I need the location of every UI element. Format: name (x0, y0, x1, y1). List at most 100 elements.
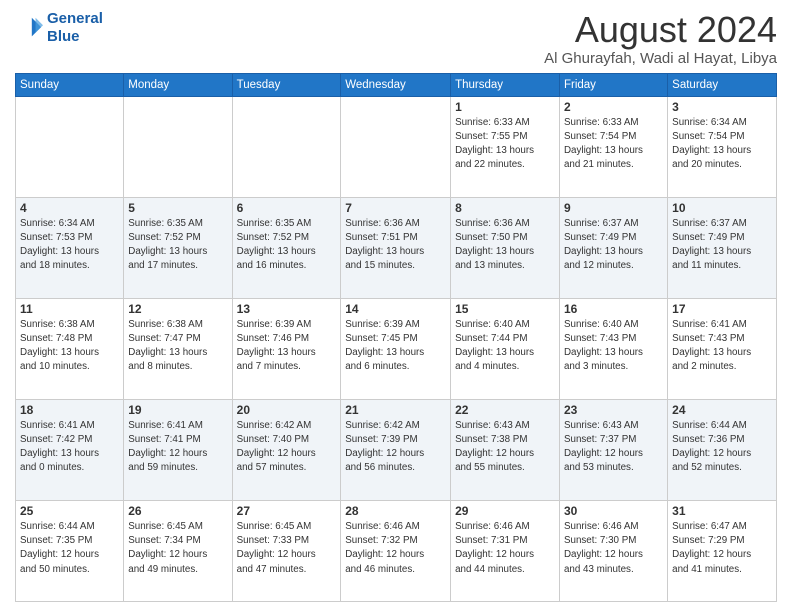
day-info: Sunrise: 6:47 AM Sunset: 7:29 PM Dayligh… (672, 520, 772, 577)
table-row: 24 Sunrise: 6:44 AM Sunset: 7:36 PM Dayli… (668, 399, 777, 500)
day-number: 10 (672, 201, 772, 215)
table-row: 30Sunrise: 6:46 AM Sunset: 7:30 PM Dayli… (559, 500, 667, 601)
day-number: 21 (345, 403, 446, 417)
day-number: 11 (20, 302, 119, 316)
table-row: 10 Sunrise: 6:37 AM Sunset: 7:49 PM Dayli… (668, 197, 777, 298)
day-info: Sunrise: 6:33 AM Sunset: 7:55 PM Dayligh… (455, 116, 555, 173)
day-info: Sunrise: 6:40 AM Sunset: 7:43 PM Dayligh… (564, 318, 663, 375)
table-row: 6 Sunrise: 6:35 AM Sunset: 7:52 PM Daylig… (232, 197, 341, 298)
month-title: August 2024 (544, 10, 777, 50)
day-number: 1 (455, 100, 555, 114)
table-row: 22 Sunrise: 6:43 AM Sunset: 7:38 PM Dayli… (451, 399, 560, 500)
table-row: 9Sunrise: 6:37 AM Sunset: 7:49 PM Daylig… (559, 197, 667, 298)
col-sunday: Sunday (16, 73, 124, 96)
day-number: 7 (345, 201, 446, 215)
day-number: 16 (564, 302, 663, 316)
day-info: Sunrise: 6:39 AM Sunset: 7:46 PM Dayligh… (237, 318, 337, 375)
logo-blue: Blue (47, 28, 80, 45)
day-number: 8 (455, 201, 555, 215)
day-number: 24 (672, 403, 772, 417)
day-number: 22 (455, 403, 555, 417)
table-row: 19Sunrise: 6:41 AM Sunset: 7:41 PM Dayli… (124, 399, 232, 500)
day-number: 9 (564, 201, 663, 215)
table-row: 5 Sunrise: 6:35 AM Sunset: 7:52 PM Daylig… (124, 197, 232, 298)
day-info: Sunrise: 6:35 AM Sunset: 7:52 PM Dayligh… (128, 217, 227, 274)
table-row: 21 Sunrise: 6:42 AM Sunset: 7:39 PM Dayli… (341, 399, 451, 500)
day-info: Sunrise: 6:34 AM Sunset: 7:54 PM Dayligh… (672, 116, 772, 173)
calendar-week-row: 1 Sunrise: 6:33 AM Sunset: 7:55 PM Daylig… (16, 96, 777, 197)
day-info: Sunrise: 6:46 AM Sunset: 7:30 PM Dayligh… (564, 520, 663, 577)
day-number: 25 (20, 504, 119, 518)
logo-general: General (47, 10, 103, 27)
table-row: 25 Sunrise: 6:44 AM Sunset: 7:35 PM Dayli… (16, 500, 124, 601)
col-monday: Monday (124, 73, 232, 96)
col-tuesday: Tuesday (232, 73, 341, 96)
table-row: 11 Sunrise: 6:38 AM Sunset: 7:48 PM Dayli… (16, 298, 124, 399)
day-info: Sunrise: 6:45 AM Sunset: 7:34 PM Dayligh… (128, 520, 227, 577)
table-row: 29Sunrise: 6:46 AM Sunset: 7:31 PM Dayli… (451, 500, 560, 601)
table-row: 8 Sunrise: 6:36 AM Sunset: 7:50 PM Daylig… (451, 197, 560, 298)
table-row: 16 Sunrise: 6:40 AM Sunset: 7:43 PM Dayli… (559, 298, 667, 399)
header: General Blue August 2024 Al Ghurayfah, W… (15, 10, 777, 67)
table-row: 28Sunrise: 6:46 AM Sunset: 7:32 PM Dayli… (341, 500, 451, 601)
logo-text: General Blue (47, 10, 103, 46)
table-row: 14 Sunrise: 6:39 AM Sunset: 7:45 PM Dayli… (341, 298, 451, 399)
day-number: 23 (564, 403, 663, 417)
day-info: Sunrise: 6:33 AM Sunset: 7:54 PM Dayligh… (564, 116, 663, 173)
table-row: 12 Sunrise: 6:38 AM Sunset: 7:47 PM Dayli… (124, 298, 232, 399)
col-thursday: Thursday (451, 73, 560, 96)
day-number: 20 (237, 403, 337, 417)
day-number: 3 (672, 100, 772, 114)
calendar-week-row: 25 Sunrise: 6:44 AM Sunset: 7:35 PM Dayli… (16, 500, 777, 601)
table-row: 31 Sunrise: 6:47 AM Sunset: 7:29 PM Dayli… (668, 500, 777, 601)
calendar-week-row: 11 Sunrise: 6:38 AM Sunset: 7:48 PM Dayli… (16, 298, 777, 399)
day-info: Sunrise: 6:36 AM Sunset: 7:50 PM Dayligh… (455, 217, 555, 274)
table-row: 27Sunrise: 6:45 AM Sunset: 7:33 PM Dayli… (232, 500, 341, 601)
day-number: 4 (20, 201, 119, 215)
calendar-table: Sunday Monday Tuesday Wednesday Thursday… (15, 73, 777, 602)
table-row (16, 96, 124, 197)
day-info: Sunrise: 6:38 AM Sunset: 7:48 PM Dayligh… (20, 318, 119, 375)
day-number: 26 (128, 504, 227, 518)
day-info: Sunrise: 6:37 AM Sunset: 7:49 PM Dayligh… (672, 217, 772, 274)
table-row: 18 Sunrise: 6:41 AM Sunset: 7:42 PM Dayli… (16, 399, 124, 500)
day-info: Sunrise: 6:42 AM Sunset: 7:39 PM Dayligh… (345, 419, 446, 476)
table-row: 23 Sunrise: 6:43 AM Sunset: 7:37 PM Dayli… (559, 399, 667, 500)
day-number: 6 (237, 201, 337, 215)
day-number: 14 (345, 302, 446, 316)
day-number: 12 (128, 302, 227, 316)
calendar-week-row: 18 Sunrise: 6:41 AM Sunset: 7:42 PM Dayli… (16, 399, 777, 500)
day-info: Sunrise: 6:46 AM Sunset: 7:32 PM Dayligh… (345, 520, 446, 577)
day-number: 5 (128, 201, 227, 215)
table-row (232, 96, 341, 197)
day-info: Sunrise: 6:39 AM Sunset: 7:45 PM Dayligh… (345, 318, 446, 375)
day-info: Sunrise: 6:46 AM Sunset: 7:31 PM Dayligh… (455, 520, 555, 577)
day-info: Sunrise: 6:44 AM Sunset: 7:36 PM Dayligh… (672, 419, 772, 476)
table-row: 17 Sunrise: 6:41 AM Sunset: 7:43 PM Dayli… (668, 298, 777, 399)
day-info: Sunrise: 6:38 AM Sunset: 7:47 PM Dayligh… (128, 318, 227, 375)
day-info: Sunrise: 6:35 AM Sunset: 7:52 PM Dayligh… (237, 217, 337, 274)
day-info: Sunrise: 6:34 AM Sunset: 7:53 PM Dayligh… (20, 217, 119, 274)
day-number: 27 (237, 504, 337, 518)
day-info: Sunrise: 6:44 AM Sunset: 7:35 PM Dayligh… (20, 520, 119, 577)
title-section: August 2024 Al Ghurayfah, Wadi al Hayat,… (544, 10, 777, 67)
day-number: 15 (455, 302, 555, 316)
logo: General Blue (15, 10, 103, 46)
table-row: 15Sunrise: 6:40 AM Sunset: 7:44 PM Dayli… (451, 298, 560, 399)
day-number: 31 (672, 504, 772, 518)
day-info: Sunrise: 6:43 AM Sunset: 7:37 PM Dayligh… (564, 419, 663, 476)
day-number: 18 (20, 403, 119, 417)
day-number: 13 (237, 302, 337, 316)
col-friday: Friday (559, 73, 667, 96)
day-number: 17 (672, 302, 772, 316)
day-info: Sunrise: 6:43 AM Sunset: 7:38 PM Dayligh… (455, 419, 555, 476)
table-row (341, 96, 451, 197)
day-info: Sunrise: 6:41 AM Sunset: 7:42 PM Dayligh… (20, 419, 119, 476)
table-row: 26 Sunrise: 6:45 AM Sunset: 7:34 PM Dayli… (124, 500, 232, 601)
table-row: 20Sunrise: 6:42 AM Sunset: 7:40 PM Dayli… (232, 399, 341, 500)
table-row: 13 Sunrise: 6:39 AM Sunset: 7:46 PM Dayli… (232, 298, 341, 399)
calendar-header-row: Sunday Monday Tuesday Wednesday Thursday… (16, 73, 777, 96)
table-row (124, 96, 232, 197)
day-info: Sunrise: 6:41 AM Sunset: 7:41 PM Dayligh… (128, 419, 227, 476)
day-info: Sunrise: 6:41 AM Sunset: 7:43 PM Dayligh… (672, 318, 772, 375)
